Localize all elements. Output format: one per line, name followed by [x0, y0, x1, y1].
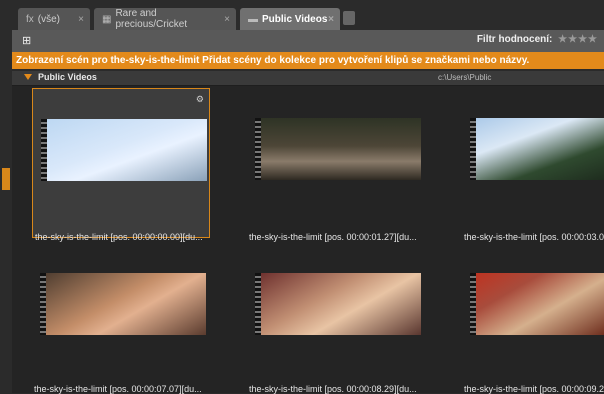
- tab-cricket[interactable]: ▦ Rare and precious/Cricket ×: [94, 8, 236, 30]
- film-strip-icon: [40, 273, 46, 335]
- close-icon[interactable]: ×: [78, 14, 84, 25]
- close-icon[interactable]: ×: [328, 14, 334, 25]
- clip-grid: ⚙ the-sky-is-the-limit [pos. 00:00:00.00…: [12, 86, 604, 394]
- fx-icon: fx: [26, 13, 34, 25]
- clip-thumbnail[interactable]: [470, 273, 604, 335]
- clip-caption: the-sky-is-the-limit [pos. 00:00:03.00: [464, 232, 604, 242]
- film-strip-icon: [470, 273, 476, 335]
- scene-info-banner: Zobrazení scén pro the-sky-is-the-limit …: [12, 52, 604, 69]
- clip-thumbnail[interactable]: [40, 273, 206, 335]
- rating-filter-label: Filtr hodnocení:: [476, 34, 553, 45]
- film-strip-icon: [470, 118, 476, 180]
- tab-label: (vše): [37, 13, 61, 25]
- close-icon[interactable]: ×: [224, 14, 230, 25]
- clip-card[interactable]: [32, 243, 210, 393]
- clip-thumbnail[interactable]: [255, 118, 421, 180]
- film-strip-icon: [41, 119, 47, 181]
- clip-card[interactable]: the-sky-is-the-limit [pos. 00:00:01.27][…: [247, 88, 425, 242]
- clip-card[interactable]: the-sky-is-the-limit [pos. 00:00:03.00: [462, 88, 604, 242]
- clip-card[interactable]: [462, 243, 604, 393]
- monitor-icon: ▬: [248, 13, 258, 25]
- toolbar: ⊞ Filtr hodnocení: ★★★★: [12, 30, 604, 52]
- tab-bar: fx (vše) × ▦ Rare and precious/Cricket ×…: [12, 0, 604, 30]
- tab-all[interactable]: fx (vše) ×: [18, 8, 90, 30]
- clip-card[interactable]: ⚙ the-sky-is-the-limit [pos. 00:00:00.00…: [32, 88, 210, 242]
- tab-public-videos[interactable]: ▬ Public Videos ×: [240, 8, 340, 30]
- folder-path: c:\Users\Public: [438, 73, 492, 82]
- film-strip-icon: [255, 273, 261, 335]
- rating-stars-icon[interactable]: ★★★★: [558, 34, 598, 45]
- folder-header[interactable]: Public Videos c:\Users\Public: [12, 71, 604, 86]
- clip-caption: the-sky-is-the-limit [pos. 00:00:01.27][…: [249, 232, 417, 242]
- left-panel-edge: [0, 0, 12, 393]
- panel-handle[interactable]: [2, 168, 10, 190]
- folder-name: Public Videos: [38, 72, 97, 82]
- view-options-icon[interactable]: ⊞: [22, 34, 36, 47]
- tab-label: Rare and precious/Cricket: [115, 8, 188, 30]
- clip-thumbnail[interactable]: [255, 273, 421, 335]
- clip-card[interactable]: [247, 243, 425, 393]
- new-tab-icon[interactable]: [343, 11, 355, 25]
- tab-label: Public Videos: [262, 13, 328, 25]
- clip-thumbnail[interactable]: [470, 118, 604, 180]
- collapse-triangle-icon[interactable]: [24, 74, 32, 80]
- film-strip-icon: [255, 118, 261, 180]
- rating-filter[interactable]: Filtr hodnocení: ★★★★: [477, 34, 598, 45]
- clip-thumbnail[interactable]: [41, 119, 207, 181]
- info-icon[interactable]: ⚙: [196, 94, 204, 105]
- clip-caption: the-sky-is-the-limit [pos. 00:00:00.00][…: [35, 232, 203, 242]
- collection-icon: ▦: [102, 13, 112, 25]
